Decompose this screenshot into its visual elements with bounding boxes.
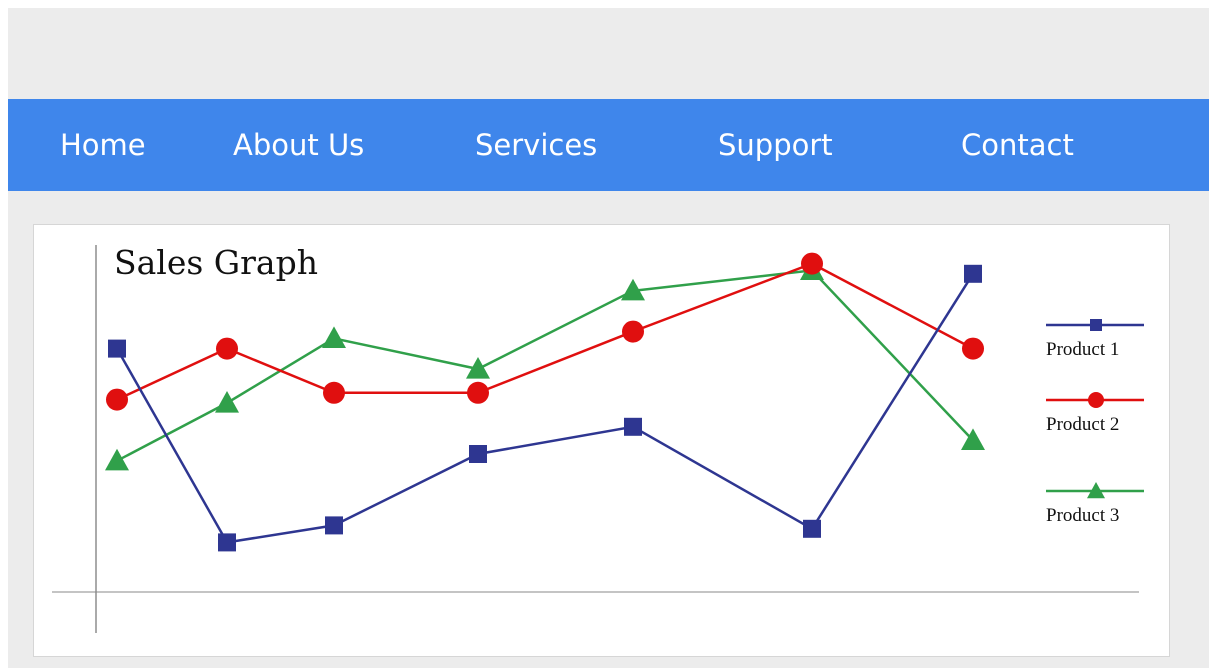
sales-chart-card: Sales Graph Product 1 Product 2 Product 3 bbox=[33, 224, 1170, 657]
legend-2-label: Product 2 bbox=[1046, 414, 1119, 435]
series-2-point bbox=[106, 388, 128, 411]
series-3-point bbox=[215, 391, 239, 413]
series-1-point bbox=[624, 417, 642, 436]
legend-2-marker bbox=[1088, 392, 1104, 408]
series-2-point bbox=[801, 252, 823, 275]
chart-title: Sales Graph bbox=[114, 243, 318, 282]
legend-3-label: Product 3 bbox=[1046, 505, 1119, 526]
series-2-point bbox=[323, 381, 345, 404]
nav-services-link[interactable]: Services bbox=[475, 99, 597, 191]
series-1-point bbox=[218, 533, 236, 552]
main-navbar: Home About Us Services Support Contact bbox=[8, 99, 1209, 191]
series-2-point bbox=[622, 320, 644, 343]
series-1-point bbox=[964, 264, 982, 283]
series-1-line bbox=[115, 273, 975, 544]
series-2-line bbox=[116, 262, 974, 401]
series-3-point bbox=[322, 326, 346, 348]
series-2-point bbox=[216, 337, 238, 360]
nav-contact-link[interactable]: Contact bbox=[961, 99, 1074, 191]
nav-about-us-link[interactable]: About Us bbox=[233, 99, 364, 191]
top-border bbox=[0, 0, 1209, 8]
series-2-point bbox=[962, 337, 984, 360]
series-1-point bbox=[469, 445, 487, 463]
legend-1-marker bbox=[1090, 319, 1102, 331]
series-layer bbox=[105, 252, 985, 552]
left-border bbox=[0, 0, 8, 668]
series-1-point bbox=[803, 519, 821, 538]
legend-1-label: Product 1 bbox=[1046, 339, 1119, 360]
series-1-point bbox=[325, 516, 343, 535]
sales-chart: Sales Graph Product 1 Product 2 Product 3 bbox=[52, 243, 1144, 633]
series-2-point bbox=[467, 381, 489, 404]
nav-home-link[interactable]: Home bbox=[60, 99, 146, 191]
chart-legend: Product 1 Product 2 Product 3 bbox=[1046, 319, 1144, 526]
series-1-point bbox=[108, 339, 126, 358]
series-3-point bbox=[105, 448, 129, 471]
nav-support-link[interactable]: Support bbox=[718, 99, 833, 191]
